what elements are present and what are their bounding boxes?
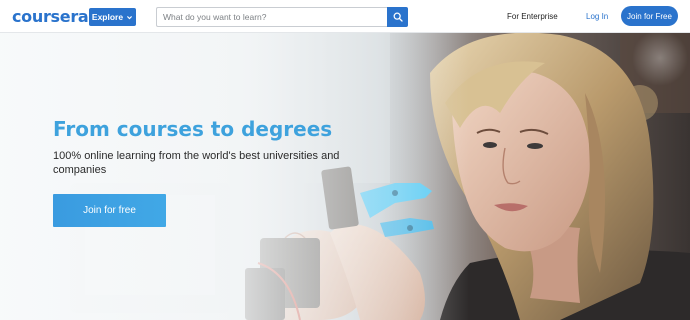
hero-title: From courses to degrees	[53, 117, 333, 141]
explore-button[interactable]: Explore	[89, 8, 136, 26]
search-bar	[156, 7, 408, 27]
top-nav-bar: coursera Explore For Enterprise Log In J…	[0, 0, 690, 33]
for-enterprise-link[interactable]: For Enterprise	[507, 12, 558, 21]
explore-label: Explore	[91, 12, 124, 22]
log-in-link[interactable]: Log In	[586, 12, 608, 21]
chevron-down-icon	[127, 15, 133, 19]
search-icon	[393, 12, 403, 22]
coursera-logo[interactable]: coursera	[12, 7, 89, 26]
join-for-free-hero-button[interactable]: Join for free	[53, 194, 166, 227]
hero-banner: From courses to degrees 100% online lear…	[0, 33, 690, 320]
join-for-free-header-button[interactable]: Join for Free	[621, 6, 678, 26]
hero-subtitle: 100% online learning from the world's be…	[53, 150, 340, 176]
search-button[interactable]	[387, 7, 408, 27]
search-input[interactable]	[156, 7, 387, 27]
